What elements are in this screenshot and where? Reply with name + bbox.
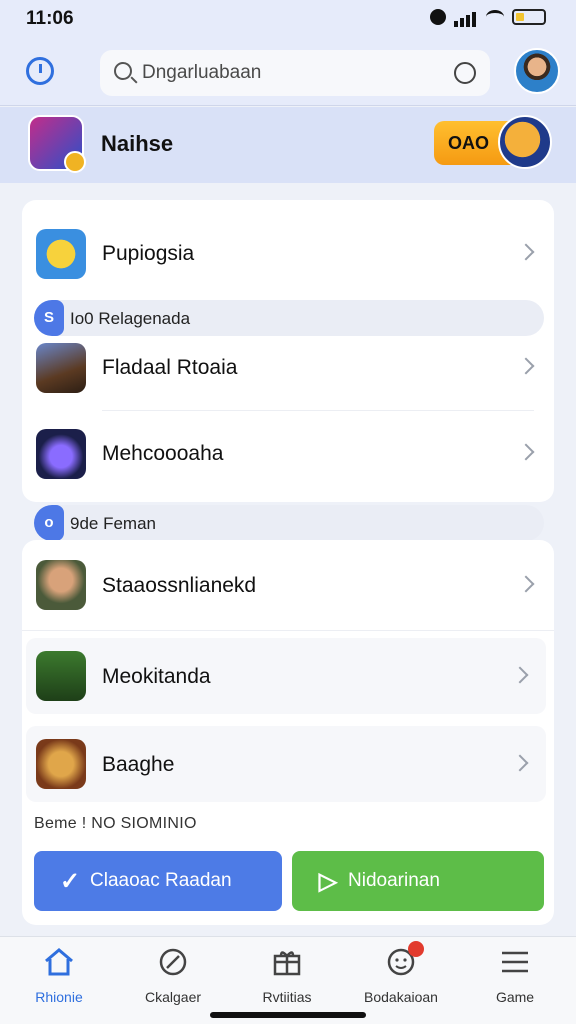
coin-label: OAO <box>448 132 490 153</box>
secondary-action-button[interactable]: ▷ Nidoarinan <box>292 851 544 911</box>
user-avatar[interactable] <box>514 48 560 94</box>
list-item-label: Mehcoooaha <box>102 442 224 465</box>
list-item[interactable]: Meokitanda <box>26 638 546 714</box>
section-header: S Io0 Relagenada <box>34 300 544 336</box>
check-icon: ✓ <box>59 867 81 895</box>
chevron-right-icon <box>517 357 535 375</box>
gift-icon <box>270 947 304 977</box>
voice-search-icon[interactable] <box>454 62 476 84</box>
profile-header: Naihse OAO <box>0 107 576 183</box>
search-input[interactable] <box>142 58 442 88</box>
list-item-label: Baaghe <box>102 753 175 776</box>
primary-action-button[interactable]: ✓ Claaoac Raadan <box>34 851 282 911</box>
compass-icon <box>156 947 190 977</box>
menu-icon <box>498 947 532 977</box>
chevron-right-icon <box>511 666 529 684</box>
nav-item-explore[interactable]: Ckalgaer <box>118 947 228 1005</box>
bottom-nav: Rhionie Ckalgaer Rvtiitias Bodakaioan Ga… <box>0 936 576 1024</box>
nav-label: Bodakaioan <box>364 989 438 1005</box>
nav-item-gifts[interactable]: Rvtiitias <box>232 947 342 1005</box>
nav-item-home[interactable]: Rhionie <box>4 947 114 1005</box>
list-item-label: Fladaal Rtoaia <box>102 356 238 379</box>
section-badge: o <box>34 505 64 541</box>
home-indicator[interactable] <box>210 1012 366 1018</box>
profile-name: Naihse <box>101 131 174 156</box>
primary-action-label: Claaoac Raadan <box>90 870 232 891</box>
status-icons <box>430 9 546 27</box>
list-item-label: Meokitanda <box>102 665 211 688</box>
play-icon: ▷ <box>318 867 338 895</box>
search-bar[interactable] <box>100 50 490 96</box>
divider <box>22 630 554 631</box>
warrior-game-icon <box>36 343 86 393</box>
nav-item-social[interactable]: Bodakaioan <box>346 941 456 1005</box>
chevron-right-icon <box>517 575 535 593</box>
list-item[interactable]: Pupiogsia <box>22 226 554 282</box>
secondary-action-label: Nidoarinan <box>348 870 440 891</box>
tank-game-icon <box>36 651 86 701</box>
lion-game-icon <box>36 739 86 789</box>
nav-item-menu[interactable]: Game <box>460 947 570 1005</box>
chevron-right-icon <box>517 243 535 261</box>
status-bar: 11:06 <box>0 0 576 40</box>
search-icon <box>114 62 132 80</box>
history-clock-icon[interactable] <box>26 57 54 85</box>
top-bar <box>0 40 576 106</box>
status-time: 11:06 <box>26 8 74 29</box>
footnote: Beme ! NO SIOMINIO <box>34 815 197 832</box>
chevron-right-icon <box>511 754 529 772</box>
nav-label: Ckalgaer <box>144 989 202 1005</box>
cellular-signal-icon <box>454 9 478 27</box>
chevron-right-icon <box>517 443 535 461</box>
list-item[interactable]: Mehcoooaha <box>22 426 554 482</box>
list-item[interactable]: Fladaal Rtoaia <box>22 340 554 396</box>
nav-label: Rvtiitias <box>262 989 312 1005</box>
list-item-label: Pupiogsia <box>102 242 195 265</box>
list-item-label: Staaossnlianekd <box>102 574 257 597</box>
profile-avatar[interactable] <box>28 115 86 173</box>
section-badge: S <box>34 300 64 336</box>
pikachu-game-icon <box>36 229 86 279</box>
wifi-icon <box>486 10 504 24</box>
nav-label: Rhionie <box>35 989 83 1005</box>
section-header: o 9de Feman <box>34 505 544 541</box>
list-item[interactable]: Baaghe <box>26 726 546 802</box>
spaceship-game-icon <box>36 429 86 479</box>
nav-label: Game <box>495 989 535 1005</box>
soldier-game-icon <box>36 560 86 610</box>
character-badge-icon[interactable] <box>498 115 552 169</box>
game-list-card: Pupiogsia Fladaal Rtoaia Mehcoooaha <box>22 200 554 502</box>
list-item[interactable]: Staaossnlianekd <box>22 556 554 614</box>
smiley-icon <box>384 941 424 977</box>
notification-badge <box>408 941 424 957</box>
section-label: Io0 Relagenada <box>70 309 191 328</box>
battery-icon <box>512 9 546 25</box>
divider <box>102 410 534 411</box>
alarm-icon <box>430 9 446 25</box>
home-icon <box>42 947 76 977</box>
section-label: 9de Feman <box>70 514 156 533</box>
